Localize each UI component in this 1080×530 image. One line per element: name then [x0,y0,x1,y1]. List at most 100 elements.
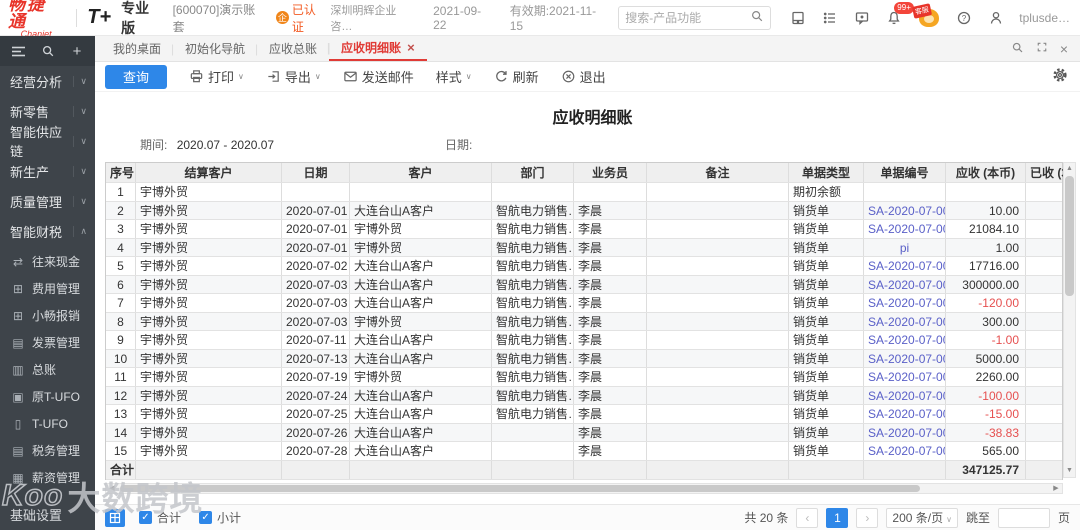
sidebar-item-3[interactable]: 智能供应链 ∨ [0,125,95,159]
table-row[interactable]: 13 宇博外贸 2020-07-25 大连台山A客户 智航电力销售… 李晨 销货单 SA-20… [106,405,1062,424]
sidebar-item-6[interactable]: 智能财税 ∧ [0,216,95,246]
vertical-scrollbar[interactable]: ▲ ▼ [1063,162,1076,478]
export-button[interactable]: 导出 ∨ [266,67,321,86]
sidebar-subitem-3[interactable]: ⊞ 小畅报销 [0,302,95,329]
doc-number-link[interactable]: SA-2020-07-00… [864,257,946,275]
tab-close-icon[interactable]: × [407,40,415,55]
sidebar-search-icon[interactable] [40,43,56,59]
table-cell: -15.00 [946,405,1026,423]
sidebar-subitem-9[interactable]: ▦ 薪资管理 [0,464,95,491]
style-button[interactable]: 样式 ∨ [436,67,472,86]
sidebar-item-4[interactable]: 新生产 ∨ [0,156,95,186]
sidebar-subitem-4[interactable]: ▤ 发票管理 [0,329,95,356]
sidebar-item-settings[interactable]: 基础设置 [0,502,95,526]
product-search[interactable] [618,5,772,30]
subtotal-checkbox[interactable]: ✓ 小计 [199,509,241,526]
doc-number-link[interactable]: SA-2020-07-00… [864,312,946,330]
doc-number-link[interactable]: SA-2020-07-00… [864,368,946,386]
support-mascot-icon[interactable]: 客服 [912,2,941,29]
table-cell: 大连台山A客户 [350,442,492,460]
tab-label: 应收总账 [269,42,318,56]
prev-page-button[interactable]: ‹ [796,507,819,528]
sidebar-subitem-2[interactable]: ⊞ 费用管理 [0,275,95,302]
jump-page-input[interactable] [997,507,1050,528]
table-row[interactable]: 4 宇博外贸 2020-07-01 宇博外贸 智航电力销售… 李晨 销货单 pi 1.00 [106,238,1062,257]
doc-number-link[interactable]: SA-2020-07-00… [864,294,946,312]
settings-gear-icon[interactable] [1052,67,1068,86]
table-cell [1026,202,1064,220]
sidebar-subitem-1[interactable]: ⇄ 往来现金 [0,248,95,275]
fullscreen-icon[interactable] [1036,41,1048,56]
tab-search-icon[interactable] [1011,41,1024,57]
table-row[interactable]: 7 宇博外贸 2020-07-03 大连台山A客户 智航电力销售… 李晨 销货单 SA-202… [106,294,1062,313]
todo-list-icon[interactable] [821,9,839,27]
print-button[interactable]: 打印 ∨ [189,67,244,86]
message-icon[interactable] [853,9,871,27]
scroll-up-arrow-icon[interactable]: ▲ [1066,163,1073,175]
exit-button[interactable]: 退出 [561,67,606,86]
horizontal-scroll-thumb[interactable] [120,484,920,492]
certification-badge[interactable]: 企 已认证 深圳明辉企业咨… [276,1,417,35]
table-row[interactable]: 8 宇博外贸 2020-07-03 宇博外贸 智航电力销售… 李晨 销货单 SA-2020-0… [106,312,1062,331]
tabbar-close-icon[interactable]: × [1060,41,1068,57]
doc-number-link[interactable]: SA-2020-07-00… [864,349,946,367]
main-area: 我的桌面初始化导航应收总账应收明细账× × 查询 打印∨ [95,36,1080,530]
table-row[interactable]: 15 宇博外贸 2020-07-28 大连台山A客户 李晨 销货单 SA-2020-07-0… [106,442,1062,461]
table-cell: 李晨 [574,386,647,404]
sidebar-subitem-7[interactable]: ▯ T-UFO [0,410,95,437]
doc-number-link[interactable]: pi [864,238,946,256]
table-row[interactable]: 3 宇博外贸 2020-07-01 宇博外贸 智航电力销售… 李晨 销货单 SA-2020-0… [106,220,1062,239]
doc-number-link[interactable]: SA-2020-07-00… [864,275,946,293]
tab-2[interactable]: 初始化导航 [171,36,257,61]
sidebar-subitem-5[interactable]: ▥ 总账 [0,356,95,383]
doc-number-link[interactable]: SA-2020-07-00… [864,442,946,460]
horizontal-scrollbar[interactable]: ◀ ▶ [105,482,1063,494]
table-row[interactable]: 1 宇博外贸 期初余额 [106,183,1062,202]
refresh-button[interactable]: 刷新 [494,67,539,86]
next-page-button[interactable]: › [856,507,879,528]
table-cell: 宇博外贸 [136,183,282,201]
tab-3[interactable]: 应收总账 [255,36,329,61]
doc-number-link[interactable]: SA-2020-07-00… [864,220,946,238]
send-email-button[interactable]: 发送邮件 [343,67,414,86]
search-icon[interactable] [750,9,764,26]
scroll-down-arrow-icon[interactable]: ▼ [1066,465,1073,477]
sidebar-subitem-6[interactable]: ▣ 原T-UFO [0,383,95,410]
divider [76,8,78,27]
menu-hamburger-icon[interactable] [10,43,26,59]
table-row[interactable]: 9 宇博外贸 2020-07-11 大连台山A客户 智航电力销售… 李晨 销货单 SA-202… [106,331,1062,350]
sidebar-item-1[interactable]: 经营分析 ∨ [0,66,95,96]
sidebar-subitem-8[interactable]: ▤ 税务管理 [0,437,95,464]
table-row[interactable]: 14 宇博外贸 2020-07-26 大连台山A客户 李晨 销货单 SA-2020-07-0… [106,423,1062,442]
search-input[interactable] [625,10,747,25]
table-row[interactable]: 11 宇博外贸 2020-07-19 宇博外贸 智航电力销售… 李晨 销货单 SA-2020-… [106,368,1062,387]
help-icon[interactable]: ? [955,9,973,27]
doc-number-link[interactable]: SA-2020-07-00… [864,423,946,441]
scroll-right-arrow-icon[interactable]: ▶ [1050,484,1062,492]
doc-number-link[interactable]: SA-2020-07-00… [864,331,946,349]
user-icon[interactable] [987,9,1005,27]
doc-number-link[interactable]: SA-2020-07-00… [864,386,946,404]
workbench-icon[interactable] [789,9,807,27]
total-checkbox[interactable]: ✓ 合计 [139,509,181,526]
table-row[interactable]: 5 宇博外贸 2020-07-02 大连台山A客户 智航电力销售… 李晨 销货单 SA-202… [106,257,1062,276]
notification-bell-icon[interactable]: 99+ [885,1,914,27]
doc-number-link[interactable]: SA-2020-07-00… [864,405,946,423]
table-row[interactable]: 12 宇博外贸 2020-07-24 大连台山A客户 智航电力销售… 李晨 销货单 SA-20… [106,386,1062,405]
username-label[interactable]: tplusde… [1019,11,1070,25]
page-size-select[interactable]: 200 条/页 ∨ [886,507,958,528]
query-button[interactable]: 查询 [105,64,167,89]
table-row[interactable]: 6 宇博外贸 2020-07-03 大连台山A客户 智航电力销售… 李晨 销货单 SA-202… [106,275,1062,294]
doc-number-link[interactable]: SA-2020-07-00… [864,201,946,219]
tab-4[interactable]: 应收明细账 × [327,36,427,61]
chevron-down-icon: ∨ [238,72,244,81]
summary-toggle-button[interactable] [105,508,125,527]
table-row[interactable]: 2 宇博外贸 2020-07-01 大连台山A客户 智航电力销售… 李晨 销货单 SA-202… [106,201,1064,220]
vertical-scroll-thumb[interactable] [1065,176,1074,296]
current-page-button[interactable]: 1 [826,507,849,528]
scroll-left-arrow-icon[interactable]: ◀ [106,484,118,492]
table-row[interactable]: 10 宇博外贸 2020-07-13 大连台山A客户 智航电力销售… 李晨 销货单 SA-20… [106,349,1062,368]
tab-1[interactable]: 我的桌面 [101,36,173,61]
sidebar-add-icon[interactable]: + [69,43,85,60]
sidebar-item-5[interactable]: 质量管理 ∨ [0,186,95,216]
